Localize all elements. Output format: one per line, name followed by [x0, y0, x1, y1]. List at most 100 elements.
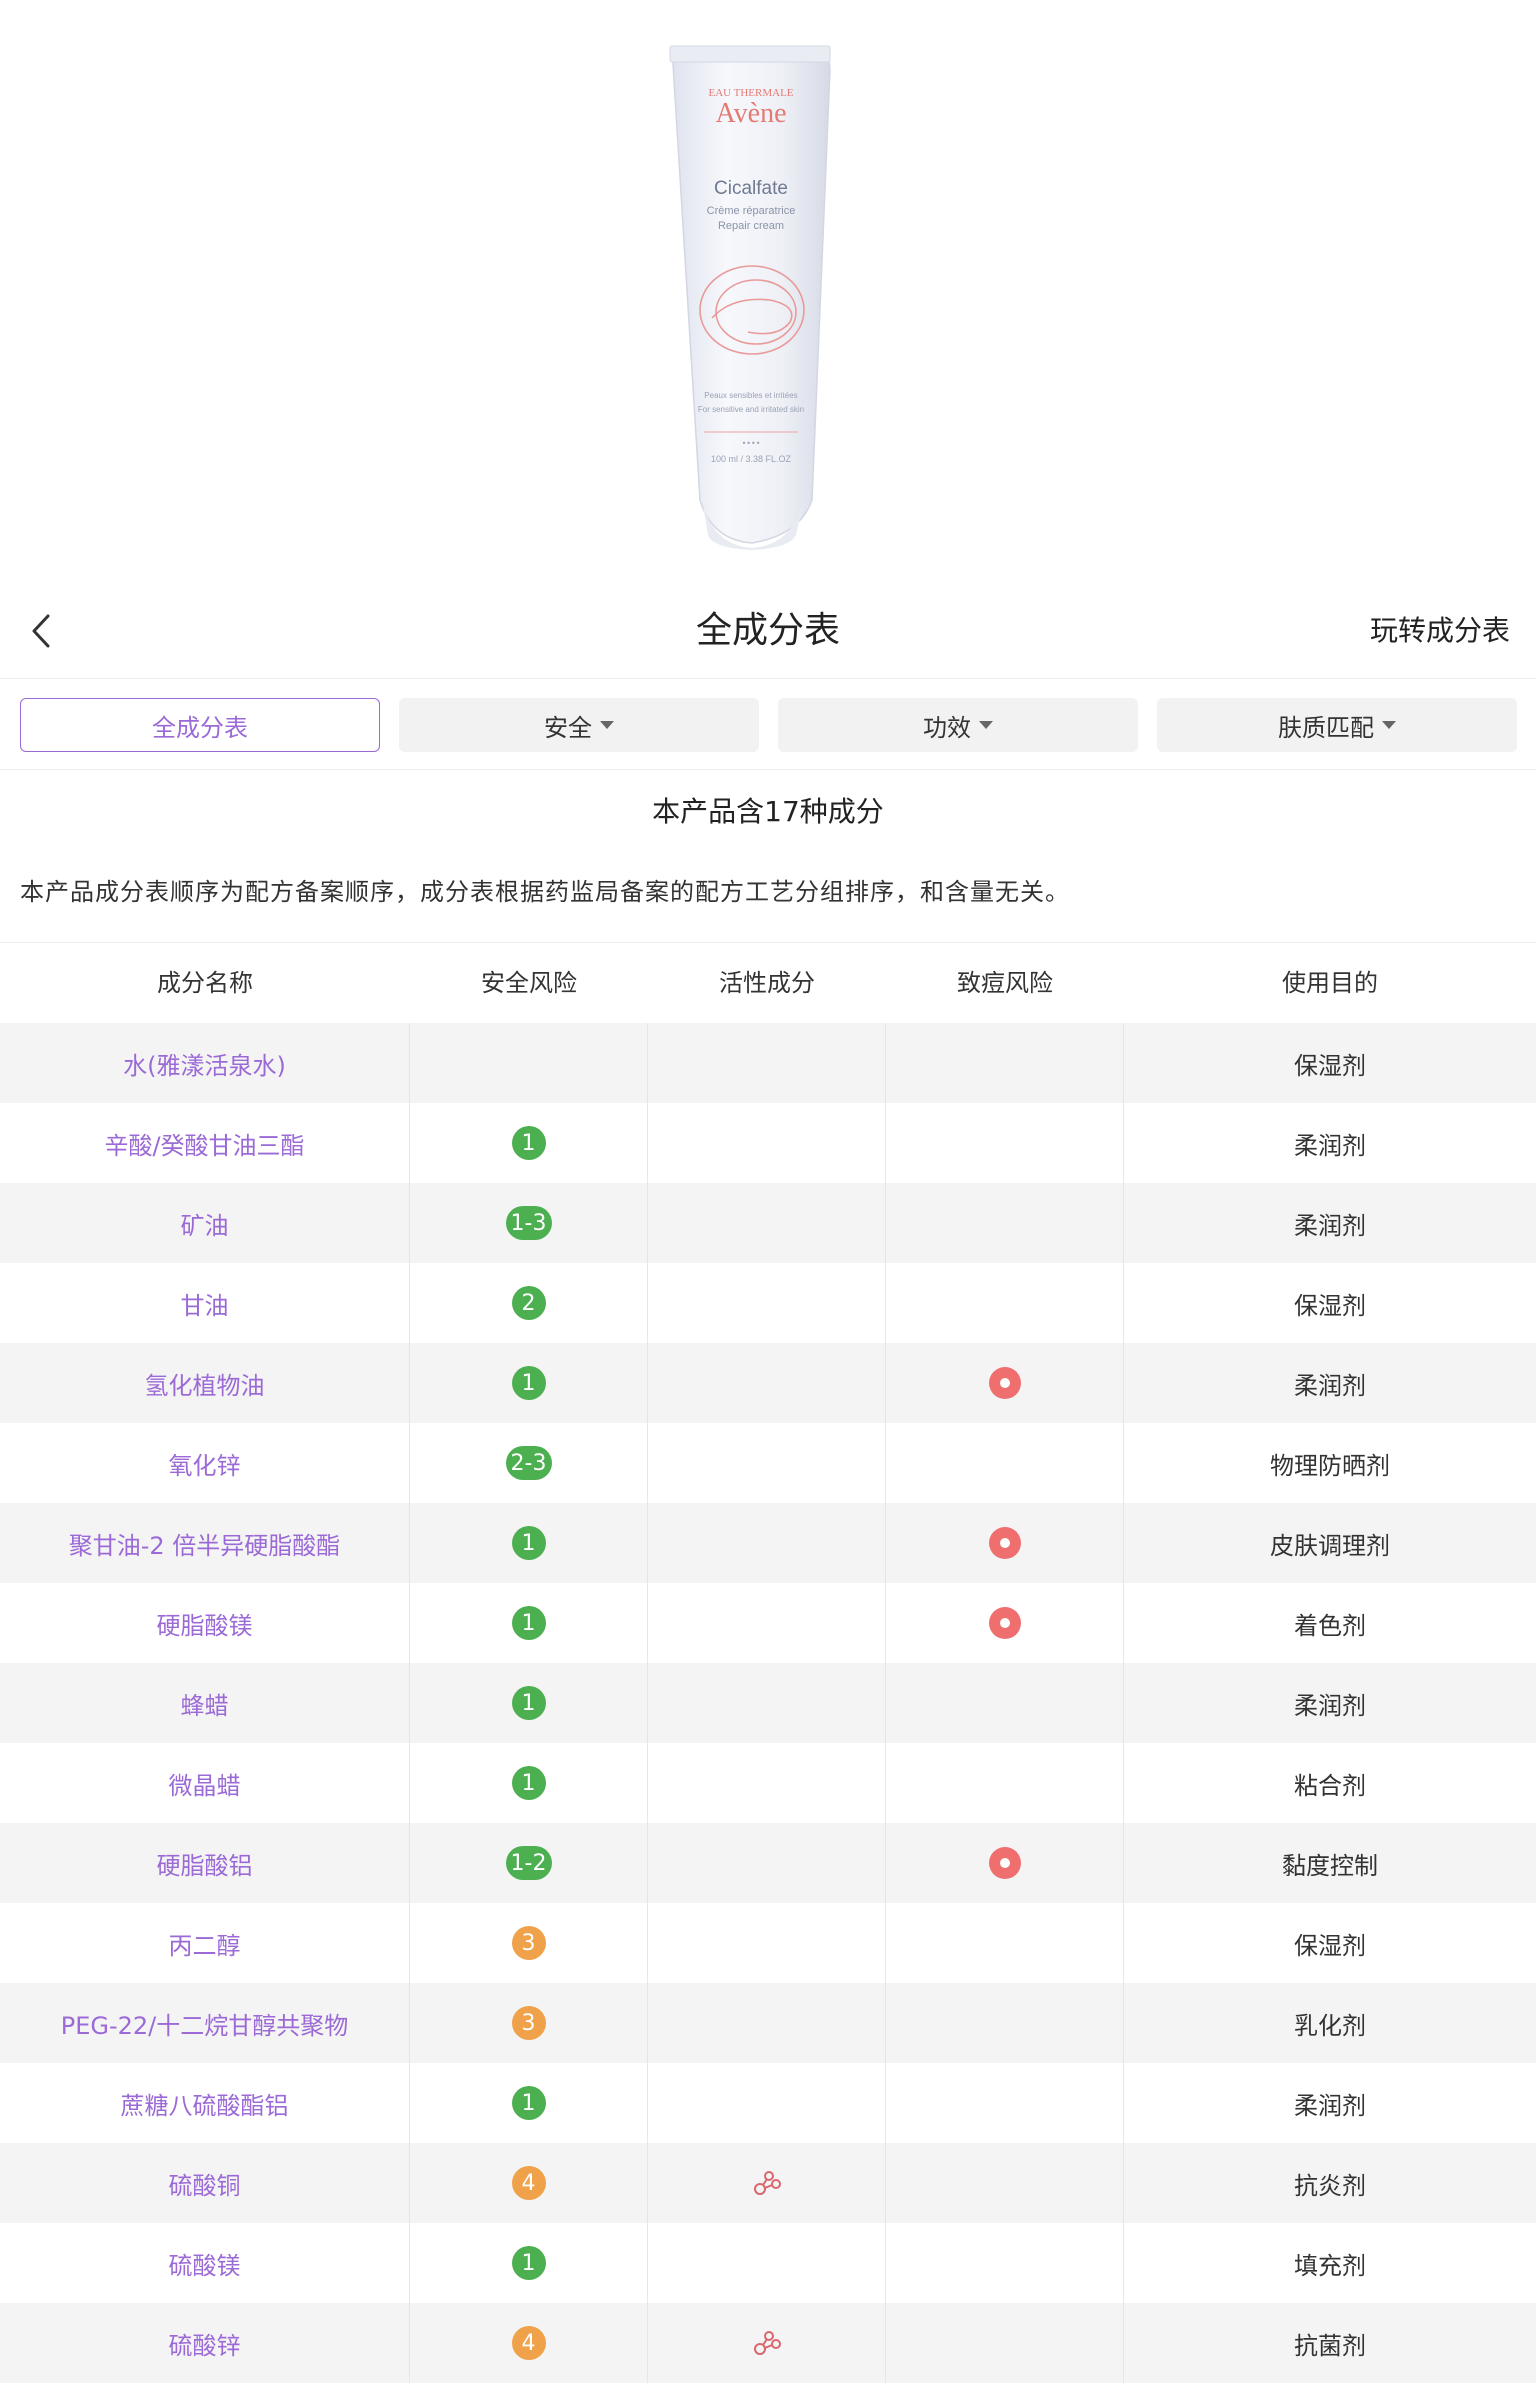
ingredient-name[interactable]: 蜂蜡 [181, 1686, 229, 1721]
ingredient-name[interactable]: 硬脂酸铝 [157, 1846, 253, 1881]
acne-risk-icon [988, 1527, 1021, 1559]
table-row[interactable]: 辛酸/癸酸甘油三酯 1 柔润剂 [0, 1103, 1536, 1183]
table-row[interactable]: 氢化植物油 1 柔润剂 [0, 1343, 1536, 1423]
acne-risk-icon [988, 1847, 1021, 1879]
table-row[interactable]: 微晶蜡 1 粘合剂 [0, 1743, 1536, 1823]
table-row[interactable]: 硫酸铜 4 抗炎剂 [0, 2143, 1536, 2223]
ingredient-name[interactable]: 水(雅漾活泉水) [123, 1046, 286, 1081]
ingredient-name[interactable]: 辛酸/癸酸甘油三酯 [104, 1126, 304, 1161]
acne-risk-icon [988, 1367, 1021, 1399]
active-ingredient-cell [648, 1423, 886, 1503]
safety-risk-cell: 3 [410, 1903, 648, 1983]
header-name: 成分名称 [157, 969, 253, 997]
table-row[interactable]: 水(雅漾活泉水) 保湿剂 [0, 1023, 1536, 1103]
ingredient-name-cell: 氢化植物油 [0, 1343, 410, 1423]
ingredient-name[interactable]: 聚甘油-2 倍半异硬脂酸酯 [69, 1526, 341, 1561]
safety-risk-badge: 1-2 [505, 1846, 552, 1880]
safety-risk-badge: 1 [511, 1126, 546, 1160]
purpose-cell: 保湿剂 [1294, 1931, 1366, 1960]
acne-risk-cell [886, 1183, 1124, 1263]
svg-text:For sensitive and irritated sk: For sensitive and irritated skin [698, 405, 804, 414]
table-row[interactable]: 聚甘油-2 倍半异硬脂酸酯 1 皮肤调理剂 [0, 1503, 1536, 1583]
table-row[interactable]: 硬脂酸铝 1-2 黏度控制 [0, 1823, 1536, 1903]
active-ingredient-cell [648, 1823, 886, 1903]
safety-risk-cell: 4 [410, 2143, 648, 2223]
ingredient-guide-link[interactable]: 玩转成分表 [1370, 584, 1510, 678]
ingredient-name[interactable]: 氢化植物油 [145, 1366, 265, 1401]
ingredient-name[interactable]: 蔗糖八硫酸酯铝 [121, 2086, 289, 2121]
header-acne-risk: 致痘风险 [957, 969, 1053, 997]
acne-risk-cell [886, 2063, 1124, 2143]
tab-safety[interactable]: 安全 [399, 698, 759, 752]
header-safety-risk: 安全风险 [481, 969, 577, 997]
table-row[interactable]: 硫酸锌 4 抗菌剂 [0, 2303, 1536, 2383]
ingredient-name-cell: 甘油 [0, 1263, 410, 1343]
ingredient-name[interactable]: 微晶蜡 [169, 1766, 241, 1801]
safety-risk-badge: 2 [511, 1286, 546, 1320]
active-ingredient-cell [648, 1503, 886, 1583]
purpose-cell: 柔润剂 [1294, 1131, 1366, 1160]
safety-risk-badge: 1 [511, 1766, 546, 1800]
tab-all-ingredients[interactable]: 全成分表 [20, 698, 380, 752]
table-row[interactable]: 硬脂酸镁 1 着色剂 [0, 1583, 1536, 1663]
safety-risk-cell: 1 [410, 1343, 648, 1423]
safety-risk-cell: 2-3 [410, 1423, 648, 1503]
ingredient-name-cell: 聚甘油-2 倍半异硬脂酸酯 [0, 1503, 410, 1583]
table-row[interactable]: 蜂蜡 1 柔润剂 [0, 1663, 1536, 1743]
back-button[interactable] [18, 606, 68, 656]
ingredient-name[interactable]: 硬脂酸镁 [157, 1606, 253, 1641]
ingredient-name-cell: 微晶蜡 [0, 1743, 410, 1823]
nav-bar: 全成分表 玩转成分表 [0, 584, 1536, 679]
acne-risk-cell [886, 1263, 1124, 1343]
purpose-cell: 柔润剂 [1294, 1211, 1366, 1240]
ingredient-name[interactable]: 甘油 [181, 1286, 229, 1321]
safety-risk-badge: 1 [511, 1686, 546, 1720]
ingredient-name[interactable]: 矿油 [181, 1206, 229, 1241]
ingredient-name-cell: 丙二醇 [0, 1903, 410, 1983]
ingredient-name-cell: 硬脂酸镁 [0, 1583, 410, 1663]
purpose-cell: 保湿剂 [1294, 1051, 1366, 1080]
molecule-icon [753, 2171, 781, 2195]
tab-skin-match[interactable]: 肤质匹配 [1157, 698, 1517, 752]
safety-risk-badge: 4 [511, 2166, 546, 2200]
acne-risk-cell [886, 1503, 1124, 1583]
ingredient-name-cell: 矿油 [0, 1183, 410, 1263]
ingredient-name-cell: 辛酸/癸酸甘油三酯 [0, 1103, 410, 1183]
safety-risk-cell: 1 [410, 2223, 648, 2303]
table-row[interactable]: 蔗糖八硫酸酯铝 1 柔润剂 [0, 2063, 1536, 2143]
purpose-cell: 粘合剂 [1294, 1771, 1366, 1800]
table-row[interactable]: PEG-22/十二烷甘醇共聚物 3 乳化剂 [0, 1983, 1536, 2063]
purpose-cell: 乳化剂 [1294, 2011, 1366, 2040]
acne-risk-icon [988, 1607, 1021, 1639]
tab-efficacy[interactable]: 功效 [778, 698, 1138, 752]
ingredient-name[interactable]: 硫酸铜 [169, 2166, 241, 2201]
purpose-cell: 柔润剂 [1294, 1691, 1366, 1720]
table-row[interactable]: 丙二醇 3 保湿剂 [0, 1903, 1536, 1983]
product-name-text: Cicalfate [714, 178, 788, 199]
caret-down-icon [1382, 721, 1396, 729]
table-row[interactable]: 硫酸镁 1 填充剂 [0, 2223, 1536, 2303]
caret-down-icon [600, 721, 614, 729]
ingredient-name-cell: 硫酸镁 [0, 2223, 410, 2303]
purpose-cell: 抗炎剂 [1294, 2171, 1366, 2200]
table-row[interactable]: 矿油 1-3 柔润剂 [0, 1183, 1536, 1263]
table-row[interactable]: 甘油 2 保湿剂 [0, 1263, 1536, 1343]
safety-risk-cell: 1 [410, 1663, 648, 1743]
ingredient-name[interactable]: 硫酸锌 [169, 2326, 241, 2361]
molecule-icon [753, 2331, 781, 2355]
acne-risk-cell [886, 1663, 1124, 1743]
ingredient-name[interactable]: PEG-22/十二烷甘醇共聚物 [61, 2006, 349, 2041]
safety-risk-badge: 4 [511, 2326, 546, 2360]
safety-risk-badge: 1 [511, 2086, 546, 2120]
page-title: 全成分表 [695, 610, 840, 651]
ingredient-name[interactable]: 硫酸镁 [169, 2246, 241, 2281]
active-ingredient-cell [648, 1343, 886, 1423]
acne-risk-cell [886, 1823, 1124, 1903]
safety-risk-cell: 1 [410, 1583, 648, 1663]
table-row[interactable]: 氧化锌 2-3 物理防晒剂 [0, 1423, 1536, 1503]
ingredient-name-cell: 蜂蜡 [0, 1663, 410, 1743]
safety-risk-cell: 1 [410, 1743, 648, 1823]
ingredient-name[interactable]: 丙二醇 [169, 1926, 241, 1961]
purpose-cell: 保湿剂 [1294, 1291, 1366, 1320]
ingredient-name[interactable]: 氧化锌 [169, 1446, 241, 1481]
